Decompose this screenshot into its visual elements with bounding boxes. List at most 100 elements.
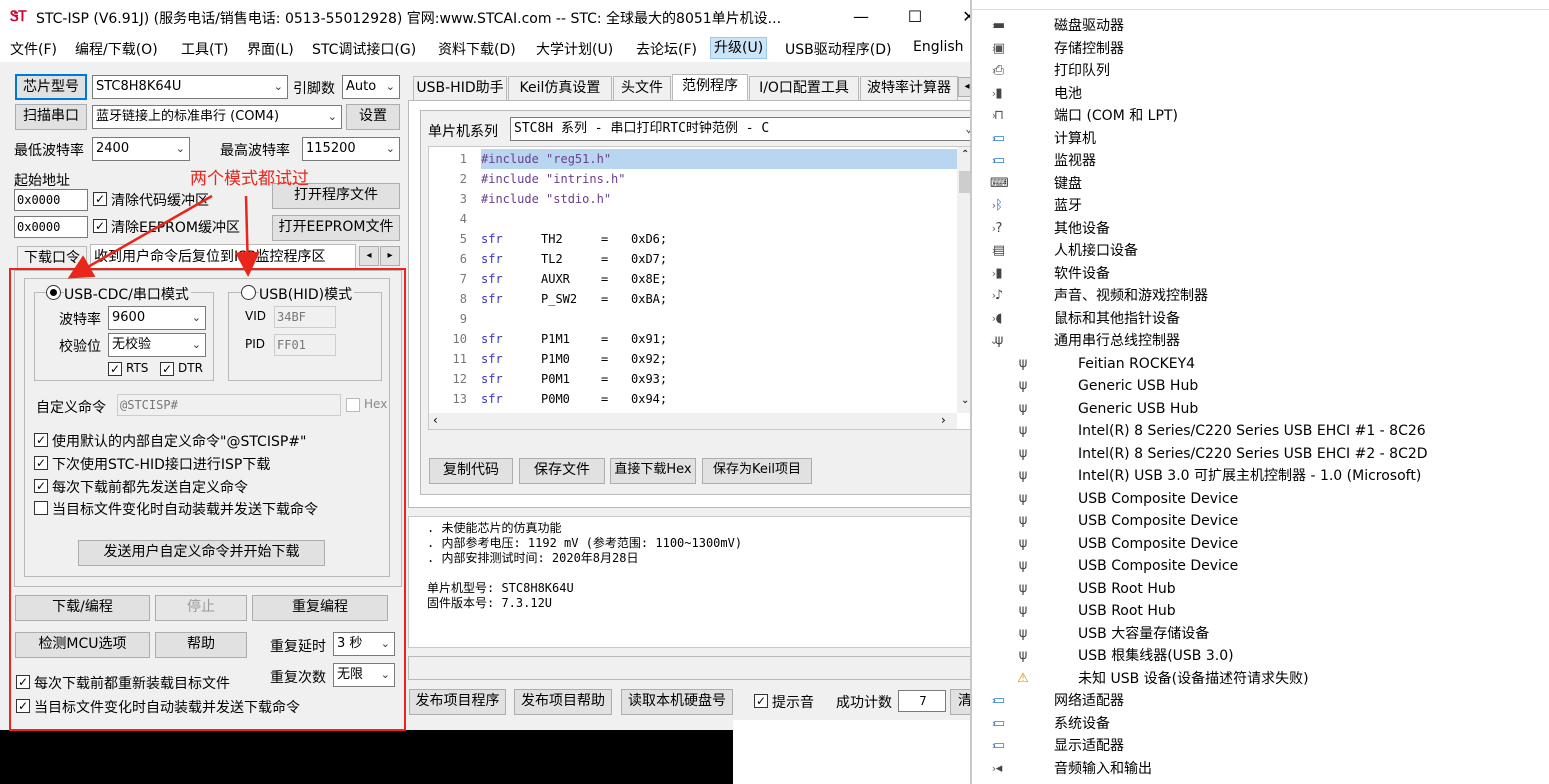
device-label: USB Composite Device [1078,513,1239,529]
other-device-icon: ? [995,220,1003,236]
usb-plug-icon: ψ [1018,355,1028,371]
usb-plug-icon: ψ [1018,423,1028,438]
usb-plug-icon: ψ [1018,400,1028,416]
device-category[interactable]: › ▭ 计算机 [972,128,1549,150]
device-item[interactable]: ψ Generic USB Hub [972,375,1549,397]
device-category[interactable]: › ◖ 鼠标和其他指针设备 [972,308,1549,330]
display-adapter-icon: ▭ [992,738,1006,753]
device-item[interactable]: ψ Generic USB Hub [972,398,1549,420]
device-item[interactable]: ψ USB 根集线器(USB 3.0) [972,645,1549,667]
usb-plug-icon: ψ [1018,625,1028,641]
device-item[interactable]: ⚠ 未知 USB 设备(设备描述符请求失败) [972,668,1549,690]
device-label: 蓝牙 [1054,198,1082,214]
device-item[interactable]: ψ USB Root Hub [972,578,1549,600]
device-label: 人机接口设备 [1054,243,1138,259]
usb-plug-icon: ψ [1018,603,1028,618]
device-label: Intel(R) 8 Series/C220 Series USB EHCI #… [1078,445,1428,462]
device-category[interactable]: › ᛒ 蓝牙 [972,195,1549,217]
device-item[interactable]: ψ USB 大容量存储设备 [972,623,1549,645]
device-label: Intel(R) 8 Series/C220 Series USB EHCI #… [1078,423,1426,439]
computer-icon: ▭ [992,130,1006,146]
device-label: 通用串行总线控制器 [1054,333,1180,349]
arrow-to-hid-mode [234,195,260,277]
device-category[interactable]: ›? 其他设备 [972,218,1549,240]
usb-controller-icon: ψ [994,333,1004,348]
usb-plug-icon: ψ [1018,580,1028,596]
battery-icon: ▮ [995,85,1003,101]
device-label: 软件设备 [1054,265,1110,282]
device-item[interactable]: ψ USB Root Hub [972,600,1549,622]
device-label: 声音、视频和游戏控制器 [1054,288,1208,304]
device-label: 未知 USB 设备(设备描述符请求失败) [1078,670,1309,687]
device-category[interactable]: › ▭ 网络适配器 [972,690,1549,712]
device-label: USB Composite Device [1078,490,1239,507]
device-item[interactable]: ψ USB Composite Device [972,533,1549,555]
device-label: 监视器 [1054,153,1096,169]
device-category[interactable]: › ⌨ 键盘 [972,173,1549,195]
device-item[interactable]: ψ Feitian ROCKEY4 [972,353,1549,375]
device-category[interactable]: › ◂ 音频输入和输出 [972,758,1549,780]
usb-plug-icon: ψ [1018,378,1028,393]
network-icon: ▭ [992,693,1006,708]
storage-controller-icon: ▣ [992,40,1006,56]
bluetooth-icon: ᛒ [995,198,1003,213]
monitor-icon: ▭ [992,153,1006,168]
port-icon: ⊓ [993,108,1005,123]
device-label: 计算机 [1054,130,1096,147]
mouse-icon: ◖ [995,310,1003,326]
usb-plug-icon: ψ [1018,490,1028,506]
device-category[interactable]: › ▮ 软件设备 [972,263,1549,285]
usb-plug-icon: ψ [1018,648,1028,663]
device-label: 存储控制器 [1054,40,1124,57]
device-label: USB Root Hub [1078,580,1176,597]
device-label: USB Composite Device [1078,535,1239,552]
printer-icon: ⎙ [993,63,1005,78]
device-category[interactable]: › ♪ 声音、视频和游戏控制器 [972,285,1549,307]
device-category[interactable]: › ▭ 系统设备 [972,713,1549,735]
device-category[interactable]: › ▭ 监视器 [972,150,1549,172]
usb-plug-icon: ψ [1018,445,1028,461]
device-category[interactable]: › ▭ 显示适配器 [972,735,1549,757]
device-label: 磁盘驱动器 [1054,18,1124,34]
usb-plug-icon: ψ [1018,535,1028,551]
device-label: USB 大容量存储设备 [1078,625,1210,642]
device-item[interactable]: ψ USB Composite Device [972,488,1549,510]
device-label: 音频输入和输出 [1054,760,1152,777]
hid-icon: ▤ [992,243,1006,258]
device-item[interactable]: ψ Intel(R) 8 Series/C220 Series USB EHCI … [972,443,1549,465]
device-label: 其他设备 [1054,220,1110,237]
device-category[interactable]: › ▬ 磁盘驱动器 [972,15,1549,37]
device-label: Intel(R) USB 3.0 可扩展主机控制器 - 1.0 (Microso… [1078,468,1422,484]
device-label: USB Composite Device [1078,558,1239,574]
device-label: USB 根集线器(USB 3.0) [1078,648,1234,664]
device-category[interactable]: ⌄ ψ 通用串行总线控制器 [972,330,1549,352]
disk-drive-icon: ▬ [992,18,1006,33]
device-item[interactable]: ψ USB Composite Device [972,555,1549,577]
device-item[interactable]: ψ Intel(R) USB 3.0 可扩展主机控制器 - 1.0 (Micros… [972,465,1549,487]
warning-icon: ⚠ [1017,670,1029,686]
device-label: 鼠标和其他指针设备 [1054,310,1180,327]
device-label: USB Root Hub [1078,603,1176,619]
device-label: 网络适配器 [1054,693,1124,709]
device-category[interactable]: › ▮ 电池 [972,83,1549,105]
system-device-icon: ▭ [992,715,1006,731]
device-label: 显示适配器 [1054,738,1124,754]
device-category[interactable]: › ▣ 存储控制器 [972,38,1549,60]
audio-icon: ◂ [995,760,1003,776]
device-item[interactable]: ψ Intel(R) 8 Series/C220 Series USB EHCI … [972,420,1549,442]
sound-icon: ♪ [994,288,1004,303]
device-label: Generic USB Hub [1078,400,1199,417]
device-label: 电池 [1054,85,1082,102]
device-label: 打印队列 [1054,63,1110,79]
usb-plug-icon: ψ [1018,513,1028,528]
device-category[interactable]: › ⎙ 打印队列 [972,60,1549,82]
usb-plug-icon: ψ [1018,468,1028,483]
keyboard-icon: ⌨ [990,175,1009,191]
device-category[interactable]: › ⊓ 端口 (COM 和 LPT) [972,105,1549,127]
device-label: 端口 (COM 和 LPT) [1054,108,1178,124]
device-category[interactable]: › ▤ 人机接口设备 [972,240,1549,262]
device-label: 键盘 [1054,175,1082,192]
device-item[interactable]: ψ USB Composite Device [972,510,1549,532]
device-label: Feitian ROCKEY4 [1078,355,1196,372]
device-label: 系统设备 [1054,715,1110,732]
